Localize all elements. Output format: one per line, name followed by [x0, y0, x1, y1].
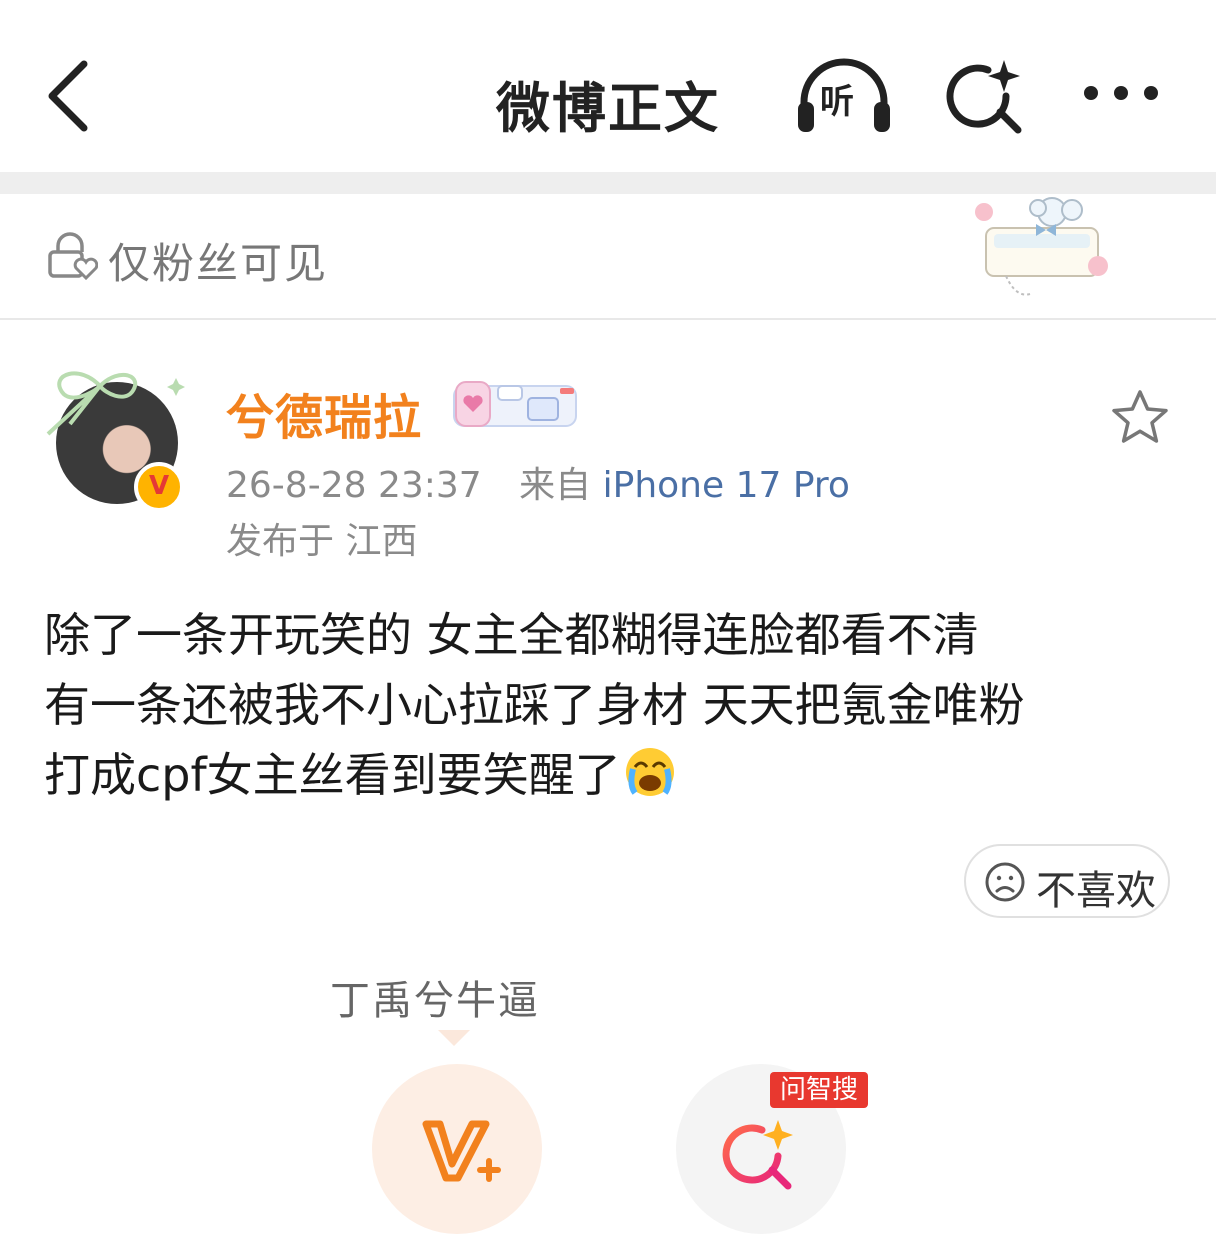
post-timestamp: 26-8-28 23:37: [226, 465, 482, 506]
ai-search-button[interactable]: [944, 56, 1028, 140]
listen-button[interactable]: 听: [794, 58, 894, 136]
dot-icon: [1114, 86, 1128, 100]
tooltip-arrow: [438, 1030, 470, 1046]
section-divider: [0, 172, 1216, 194]
dislike-label: 不喜欢: [1036, 868, 1156, 914]
more-options-button[interactable]: [1080, 78, 1164, 114]
sticker-decoration: [975, 197, 1108, 296]
post-body-line: 除了一条开玩笑的 女主全都糊得连脸都看不清: [44, 608, 979, 662]
verified-badge: V: [134, 462, 184, 512]
ai-search-tag: 问智搜: [770, 1072, 868, 1108]
dot-icon: [1084, 86, 1098, 100]
post-body-line-last: 打成cpf女主丝看到要笑醒了: [44, 740, 1174, 810]
dot-icon: [1144, 86, 1158, 100]
visibility-label: 仅粉丝可见: [108, 239, 329, 288]
verified-v-icon: V: [148, 471, 170, 501]
post-meta: 26-8-28 23:37 来自 iPhone 17 Pro: [226, 456, 850, 508]
source-prefix: 来自: [519, 465, 592, 506]
device-link[interactable]: iPhone 17 Pro: [603, 465, 850, 506]
top-bar: 微博正文 听: [0, 0, 1216, 172]
ribbon-decoration: [46, 371, 185, 436]
crying-laughing-emoji-icon: [625, 748, 674, 796]
favorite-button[interactable]: [1110, 388, 1170, 448]
author-name[interactable]: 兮德瑞拉: [226, 378, 422, 448]
sparkle-search-icon: [722, 1120, 793, 1190]
frown-face-icon: [985, 862, 1025, 902]
sparkle-search-icon: [946, 60, 1022, 134]
dislike-button[interactable]: 不喜欢: [964, 844, 1170, 918]
visibility-row: 仅粉丝可见: [0, 194, 1216, 320]
v-plus-button[interactable]: [372, 1064, 542, 1234]
post-body-line: 有一条还被我不小心拉踩了身材 天天把氪金唯粉: [44, 678, 1025, 732]
page-title: 微博正文: [496, 77, 720, 140]
post-body-line: 打成cpf女主丝看到要笑醒了: [44, 748, 621, 802]
member-badge-icon: [453, 381, 577, 427]
tooltip-bubble: 丁禹兮牛逼: [330, 968, 542, 1046]
listen-label: 听: [820, 82, 854, 122]
lock-heart-icon: [48, 232, 98, 280]
star-icon: [1112, 390, 1168, 443]
post-location: 发布于 江西: [226, 521, 418, 562]
post-body: 除了一条开玩笑的 女主全都糊得连脸都看不清 有一条还被我不小心拉踩了身材 天天把…: [44, 600, 1174, 810]
tooltip-text: 丁禹兮牛逼: [330, 978, 540, 1024]
v-plus-icon: [422, 1120, 501, 1182]
